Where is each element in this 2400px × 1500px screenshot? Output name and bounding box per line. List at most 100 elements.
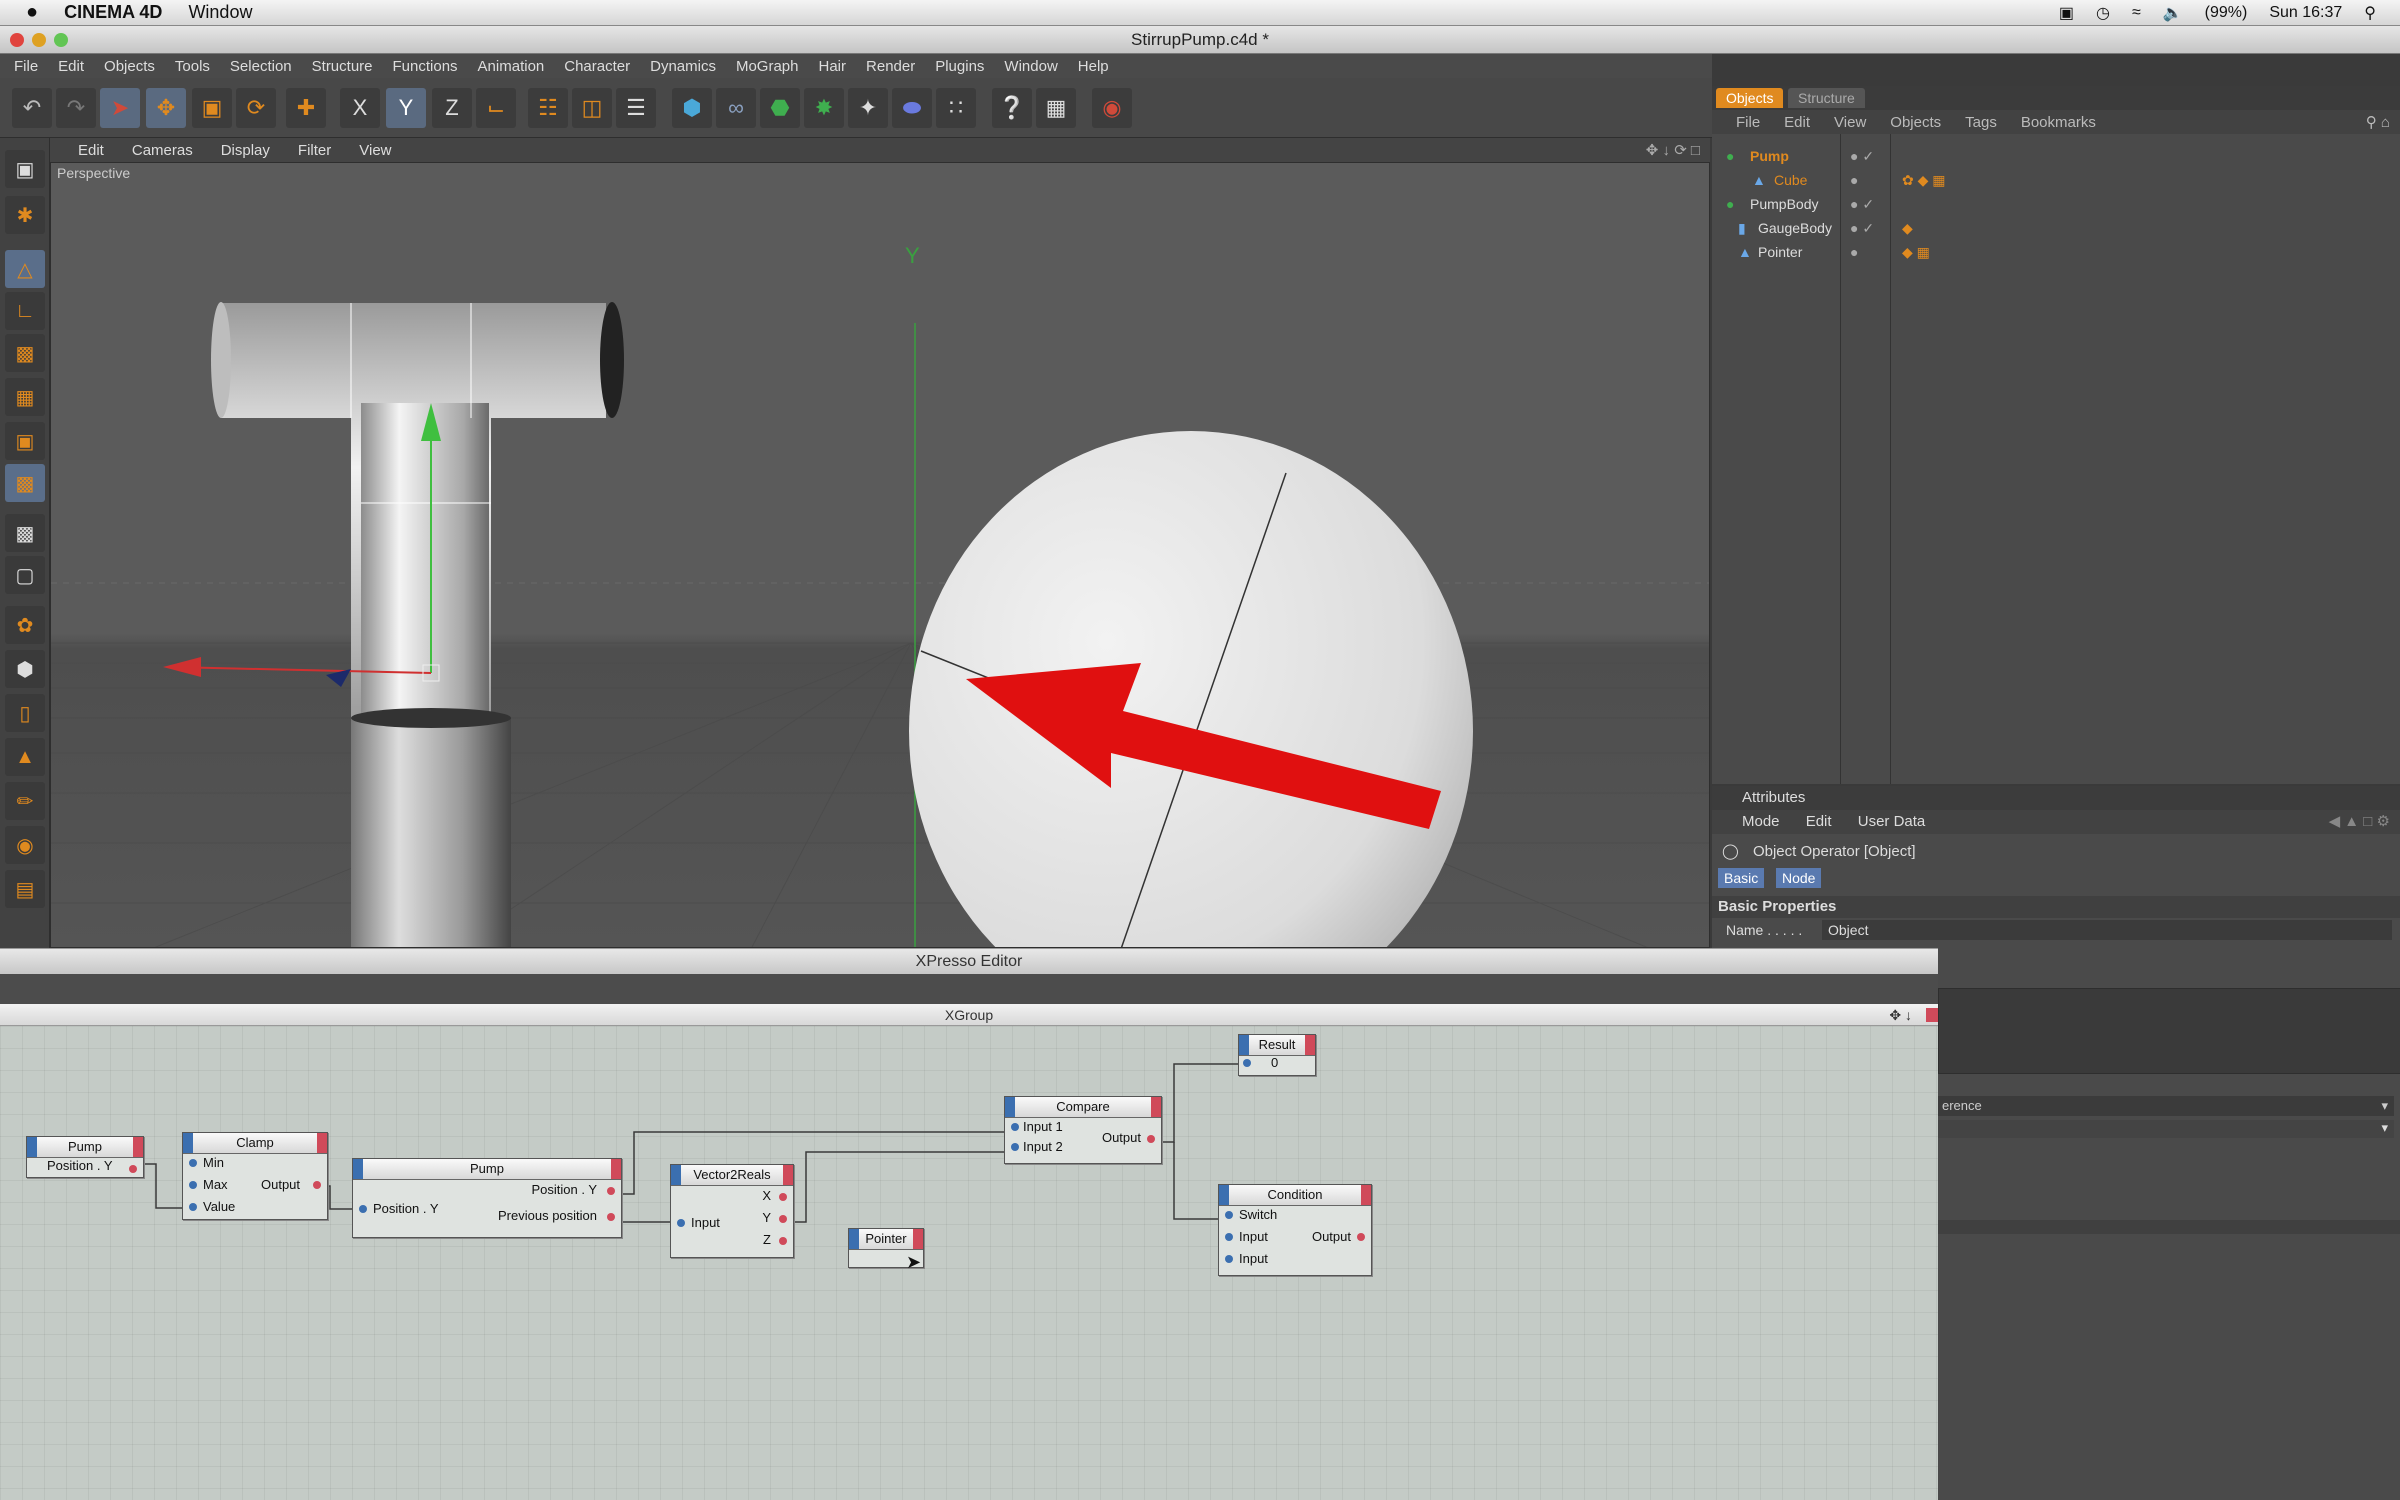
attributes-tab-node[interactable]: Node <box>1776 868 1822 888</box>
object-name-gaugebody[interactable]: GaugeBody <box>1758 216 1832 240</box>
window-menu[interactable]: Window <box>188 2 252 23</box>
screen-icon[interactable]: ▣ <box>2059 3 2074 23</box>
objects-menu-objects[interactable]: Objects <box>1890 114 1941 131</box>
objects-menu-edit[interactable]: Edit <box>1784 114 1810 131</box>
xgroup-nav-icons[interactable]: ✥ ↓ <box>1889 1004 1912 1026</box>
objects-menu-view[interactable]: View <box>1834 114 1866 131</box>
output-port[interactable] <box>779 1193 787 1201</box>
viewport-menu-cameras[interactable]: Cameras <box>132 142 193 159</box>
tag-icons[interactable]: ◆ <box>1902 216 1913 240</box>
node-result[interactable]: Result 0 <box>1238 1034 1316 1076</box>
render-settings-icon[interactable]: ☰ <box>616 88 656 128</box>
node-pump[interactable]: Pump Position . Y Position . Y Previous … <box>352 1158 622 1238</box>
move-tool-icon[interactable]: ✥ <box>146 88 186 128</box>
object-axis-icon[interactable]: ∟ <box>5 292 45 330</box>
visibility-icon[interactable]: ● ✓ <box>1850 216 1874 240</box>
viewport-menu-view[interactable]: View <box>359 142 391 159</box>
object-row-gaugebody[interactable]: ▮ GaugeBody ● ✓ ◆ <box>1712 216 2400 240</box>
nurbs-icon[interactable]: ⬣ <box>760 88 800 128</box>
redo-icon[interactable]: ↷ <box>56 88 96 128</box>
volume-icon[interactable]: 🔈 <box>2163 3 2183 23</box>
secondary-dropdown[interactable]: ▾ <box>1938 1120 2394 1138</box>
menu-window[interactable]: Window <box>1004 58 1057 75</box>
z-axis-button[interactable]: Z <box>432 88 472 128</box>
menu-objects[interactable]: Objects <box>104 58 155 75</box>
app-menu[interactable]: CINEMA 4D <box>64 2 162 23</box>
viewport-menu-edit[interactable]: Edit <box>78 142 104 159</box>
visibility-icon[interactable]: ● ✓ <box>1850 144 1874 168</box>
attributes-nav-icons[interactable]: ◀ ▲ □ ⚙ <box>2329 810 2390 834</box>
array-icon[interactable]: ✸ <box>804 88 844 128</box>
object-row-pump[interactable]: ● Pump ● ✓ <box>1712 144 2400 168</box>
live-selection-icon[interactable]: ➤ <box>100 88 140 128</box>
menu-dynamics[interactable]: Dynamics <box>650 58 716 75</box>
camera-icon[interactable]: ❔ <box>992 88 1032 128</box>
node-condition[interactable]: Condition Switch Input Input Output <box>1218 1184 1372 1276</box>
input-port[interactable] <box>1225 1233 1233 1241</box>
visibility-icon[interactable]: ● <box>1850 240 1858 264</box>
edges-mode-icon[interactable]: ▦ <box>5 378 45 416</box>
xgroup-output-port[interactable] <box>1926 1008 1938 1022</box>
input-port[interactable] <box>1225 1255 1233 1263</box>
menu-plugins[interactable]: Plugins <box>935 58 984 75</box>
object-row-cube[interactable]: ▲ Cube ● ✿ ◆ ▦ <box>1712 168 2400 192</box>
texture-mode-icon[interactable]: ▩ <box>5 514 45 552</box>
input-port[interactable] <box>1243 1059 1251 1067</box>
attributes-menu-mode[interactable]: Mode <box>1742 813 1780 830</box>
input-port[interactable] <box>359 1205 367 1213</box>
tag-icons[interactable]: ◆ ▦ <box>1902 240 1930 264</box>
input-port[interactable] <box>1225 1211 1233 1219</box>
node-compare[interactable]: Compare Input 1 Input 2 Output <box>1004 1096 1162 1164</box>
menu-mograph[interactable]: MoGraph <box>736 58 799 75</box>
render-view-icon[interactable]: ☷ <box>528 88 568 128</box>
workplane-icon[interactable]: ▢ <box>5 556 45 594</box>
input-port[interactable] <box>189 1159 197 1167</box>
menu-structure[interactable]: Structure <box>312 58 373 75</box>
recent-tool-icon[interactable]: ✚ <box>286 88 326 128</box>
objects-menu-tags[interactable]: Tags <box>1965 114 1997 131</box>
menu-edit[interactable]: Edit <box>58 58 84 75</box>
input-port[interactable] <box>189 1203 197 1211</box>
points-mode-icon[interactable]: ▩ <box>5 334 45 372</box>
layout-icon[interactable]: ▦ <box>1036 88 1076 128</box>
undo-icon[interactable]: ↶ <box>12 88 52 128</box>
null-scene-icon[interactable]: ✦ <box>848 88 888 128</box>
battery-status[interactable]: (99%) <box>2205 4 2248 22</box>
attributes-menu-userdata[interactable]: User Data <box>1858 813 1926 830</box>
output-port[interactable] <box>779 1237 787 1245</box>
attributes-menu-edit[interactable]: Edit <box>1806 813 1832 830</box>
make-editable-icon[interactable]: ✱ <box>5 196 45 234</box>
wifi-icon[interactable]: ≈ <box>2132 4 2141 22</box>
menu-file[interactable]: File <box>14 58 38 75</box>
output-port[interactable] <box>779 1215 787 1223</box>
output-port[interactable] <box>1357 1233 1365 1241</box>
menu-help[interactable]: Help <box>1078 58 1109 75</box>
viewport-menu-filter[interactable]: Filter <box>298 142 331 159</box>
clock[interactable]: Sun 16:37 <box>2269 4 2342 22</box>
xpresso-canvas[interactable]: Pump Position . Y Clamp Min Max Value Ou… <box>0 1026 1938 1500</box>
sculpt-icon[interactable]: ✿ <box>5 606 45 644</box>
object-name-pumpbody[interactable]: PumpBody <box>1750 192 1818 216</box>
environment-icon[interactable]: ∷ <box>936 88 976 128</box>
viewport-menu-display[interactable]: Display <box>221 142 270 159</box>
coordinate-system-icon[interactable]: ⌙ <box>476 88 516 128</box>
input-port[interactable] <box>677 1219 685 1227</box>
object-name-pointer[interactable]: Pointer <box>1758 240 1802 264</box>
objects-search-icon[interactable]: ⚲ ⌂ <box>2366 113 2390 131</box>
visibility-icon[interactable]: ● <box>1850 168 1858 192</box>
object-row-pumpbody[interactable]: ● PumpBody ● ✓ <box>1712 192 2400 216</box>
tab-objects[interactable]: Objects <box>1716 88 1784 108</box>
input-port[interactable] <box>1011 1123 1019 1131</box>
node-vector2reals[interactable]: Vector2Reals Input X Y Z <box>670 1164 794 1258</box>
menu-animation[interactable]: Animation <box>478 58 545 75</box>
spline-icon[interactable]: ∞ <box>716 88 756 128</box>
knife-icon[interactable]: ▲ <box>5 738 45 776</box>
tab-structure[interactable]: Structure <box>1788 88 1865 108</box>
output-port[interactable] <box>129 1165 137 1173</box>
output-port[interactable] <box>313 1181 321 1189</box>
menu-tools[interactable]: Tools <box>175 58 210 75</box>
paint-icon[interactable]: ▤ <box>5 870 45 908</box>
input-port[interactable] <box>1011 1143 1019 1151</box>
node-pump-small[interactable]: Pump Position . Y <box>26 1136 144 1178</box>
apple-menu-icon[interactable]: ● <box>26 1 38 24</box>
